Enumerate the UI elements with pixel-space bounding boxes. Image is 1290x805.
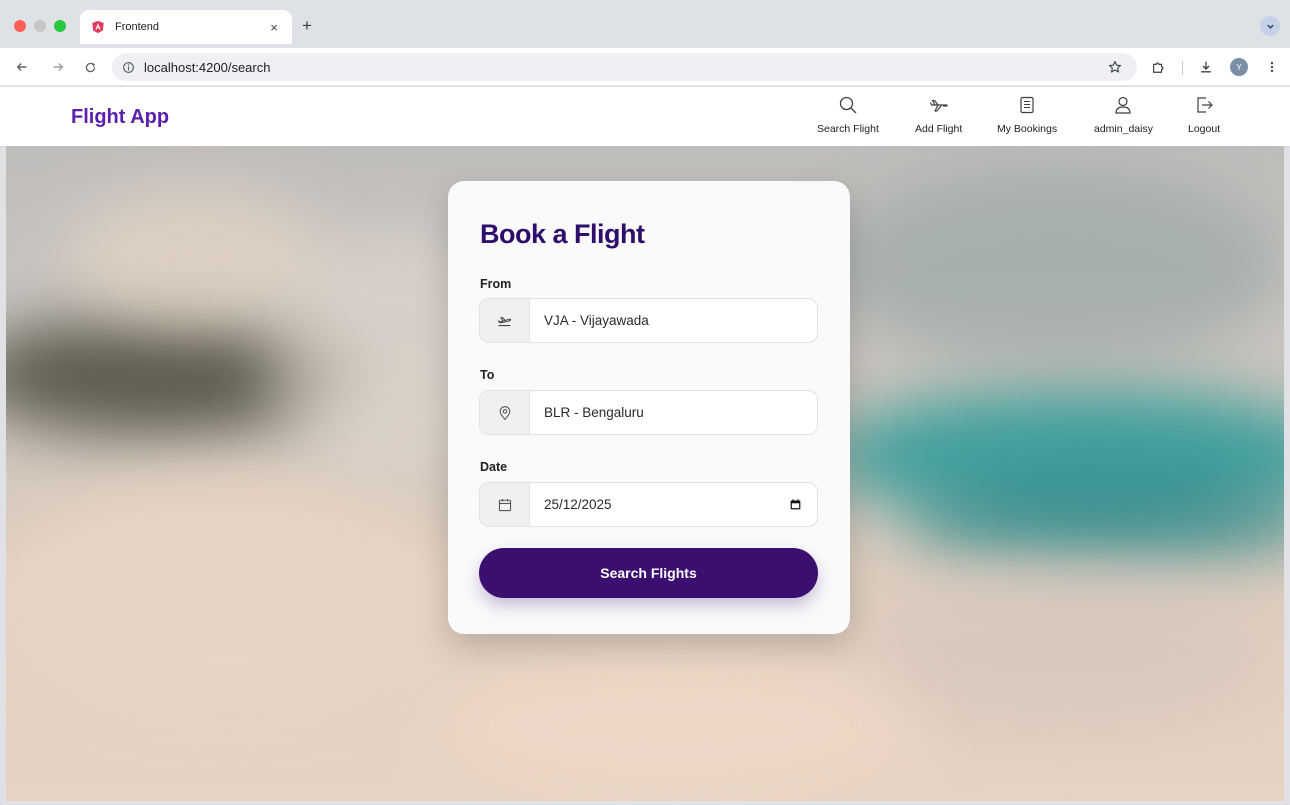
nav-logout[interactable]: Logout <box>1188 95 1220 135</box>
to-label: To <box>480 368 495 382</box>
toolbar-divider <box>1182 61 1183 75</box>
window-close-button[interactable] <box>14 20 26 32</box>
browser-tab[interactable]: Frontend × <box>80 10 292 44</box>
nav-add-flight[interactable]: Add Flight <box>915 95 962 135</box>
nav-search-flight[interactable]: Search Flight <box>817 95 879 135</box>
address-bar[interactable]: localhost:4200/search <box>112 53 1137 81</box>
nav-my-bookings[interactable]: My Bookings <box>997 95 1057 135</box>
app-logo[interactable]: Flight App <box>71 106 169 129</box>
extensions-puzzle-icon[interactable] <box>1148 57 1168 77</box>
nav-user-profile[interactable]: admin_daisy <box>1094 95 1153 135</box>
user-icon <box>1115 96 1132 114</box>
nav-label: admin_daisy <box>1094 123 1153 135</box>
back-arrow-icon[interactable] <box>12 57 32 77</box>
bookmark-star-icon[interactable] <box>1105 57 1125 77</box>
document-icon <box>1020 96 1034 114</box>
search-flights-button[interactable]: Search Flights <box>479 548 818 598</box>
location-pin-icon <box>480 391 530 434</box>
forward-arrow-icon[interactable] <box>48 57 68 77</box>
browser-toolbar: localhost:4200/search Y <box>0 48 1290 86</box>
date-label: Date <box>480 460 508 474</box>
tab-close-icon[interactable]: × <box>266 20 282 35</box>
date-picker-calendar-icon[interactable] <box>773 483 817 526</box>
to-input[interactable] <box>530 391 817 434</box>
tab-search-chevron-down-icon[interactable] <box>1260 16 1280 36</box>
nav-label: My Bookings <box>997 123 1058 135</box>
to-field <box>479 390 818 435</box>
date-field <box>479 482 818 527</box>
browser-tab-bar: Frontend × + <box>0 0 1290 48</box>
date-input[interactable] <box>530 483 773 526</box>
reload-icon[interactable] <box>80 57 100 77</box>
downloads-icon[interactable] <box>1196 57 1216 77</box>
tab-title: Frontend <box>115 21 160 33</box>
search-icon <box>839 96 857 114</box>
window-maximize-button[interactable] <box>54 20 66 32</box>
profile-avatar[interactable]: Y <box>1230 58 1248 76</box>
from-label: From <box>480 277 512 291</box>
window-minimize-button[interactable] <box>34 20 46 32</box>
plane-icon <box>929 99 948 112</box>
nav-label: Logout <box>1188 123 1221 135</box>
site-info-icon[interactable] <box>120 59 136 75</box>
from-input[interactable] <box>530 299 817 342</box>
browser-menu-icon[interactable] <box>1262 57 1282 77</box>
app-header: Flight App Search Flight Add Flight My B… <box>0 87 1290 146</box>
nav-label: Add Flight <box>915 123 963 135</box>
departure-icon <box>480 299 530 342</box>
angular-icon <box>90 19 106 35</box>
url-text: localhost:4200/search <box>144 59 271 75</box>
logout-icon <box>1197 97 1213 113</box>
new-tab-button[interactable]: + <box>302 16 312 36</box>
booking-card: Book a Flight From To Date <box>448 181 850 634</box>
from-field <box>479 298 818 343</box>
calendar-icon <box>480 483 530 526</box>
nav-label: Search Flight <box>817 123 879 135</box>
page-title: Book a Flight <box>480 219 645 249</box>
